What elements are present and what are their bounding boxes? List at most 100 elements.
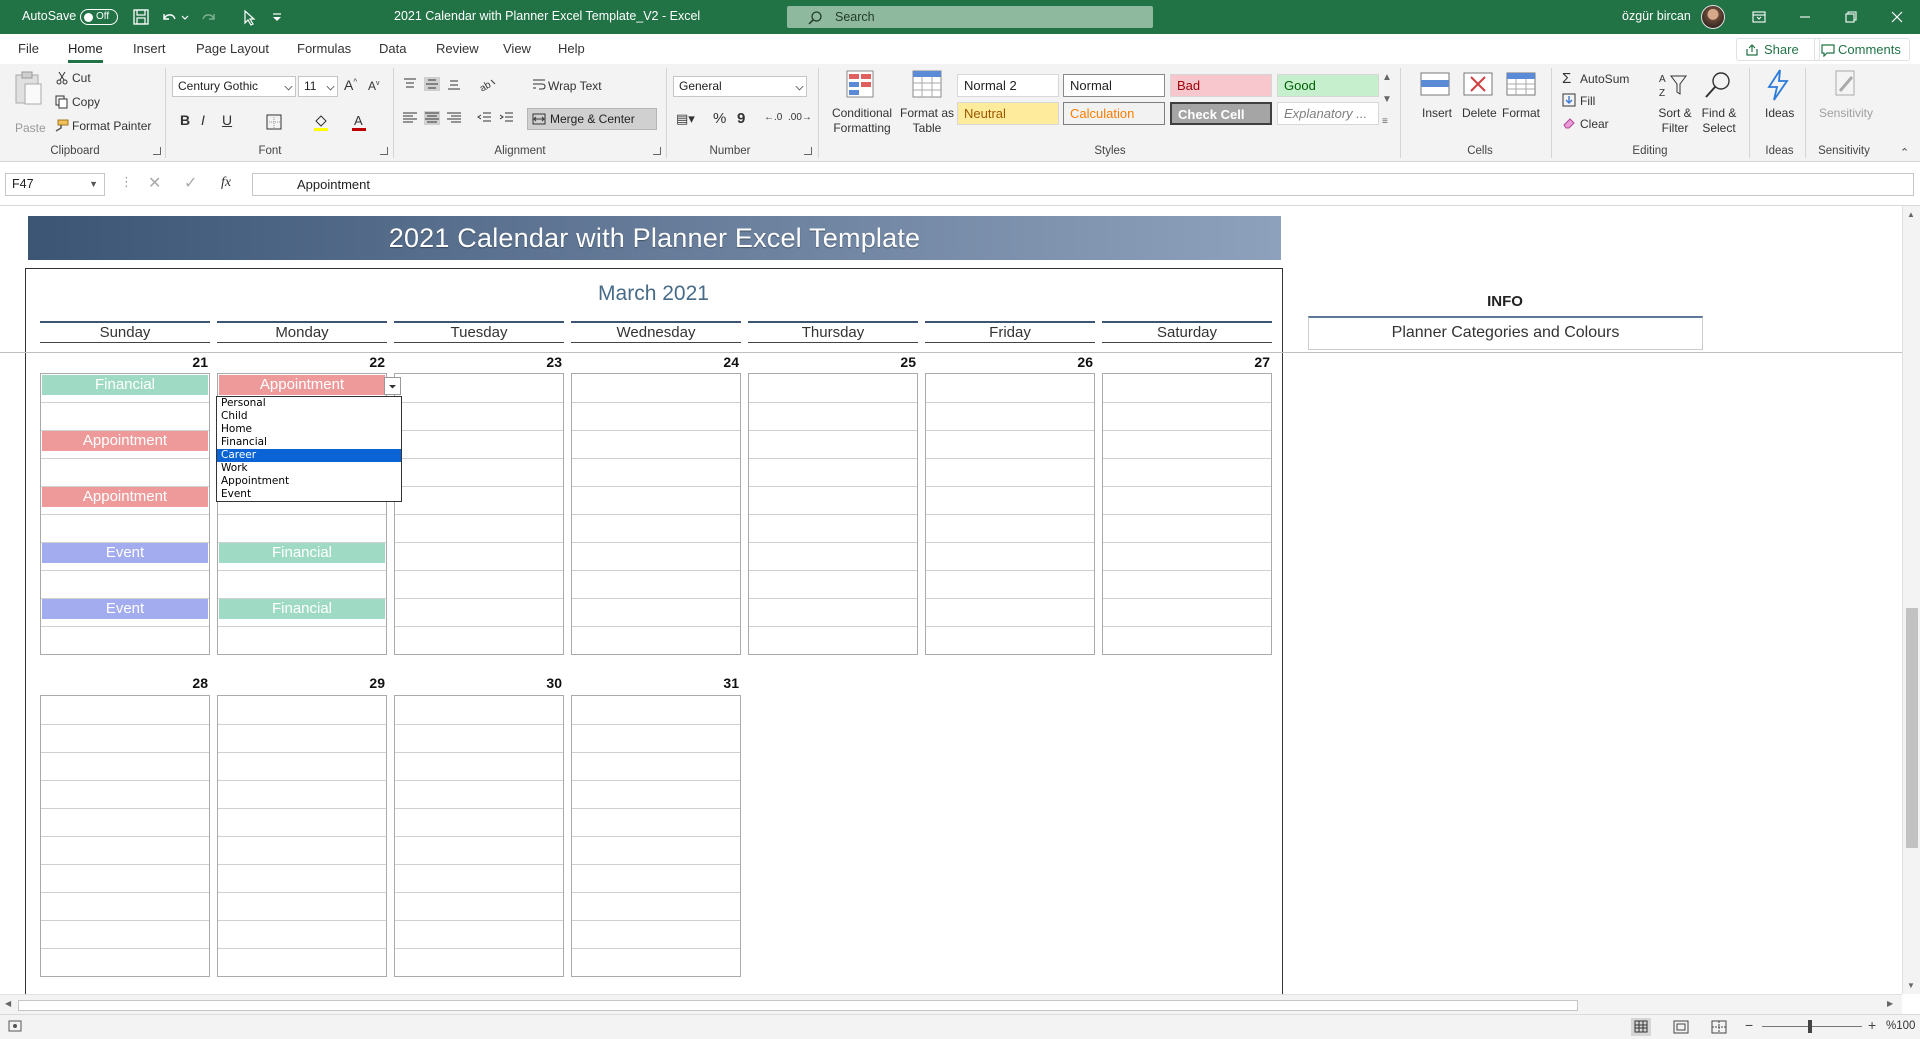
find-select-icon[interactable] bbox=[1703, 70, 1733, 100]
confirm-entry-icon[interactable]: ✓ bbox=[184, 173, 197, 193]
worksheet[interactable]: 2021 Calendar with Planner Excel Templat… bbox=[0, 206, 1902, 994]
cut-icon[interactable] bbox=[55, 71, 69, 85]
avatar[interactable] bbox=[1701, 5, 1725, 29]
zoom-in-icon[interactable]: + bbox=[1868, 1017, 1876, 1033]
decrease-font-icon[interactable]: Av bbox=[368, 79, 380, 93]
paste-button[interactable]: Paste bbox=[15, 121, 46, 135]
horizontal-scroll-thumb[interactable] bbox=[18, 1000, 1578, 1011]
planner-entry[interactable]: Appointment bbox=[42, 431, 208, 451]
planner-entry[interactable]: Financial bbox=[219, 543, 385, 563]
dropdown-option-event[interactable]: Event bbox=[217, 488, 401, 501]
copy-button[interactable]: Copy bbox=[72, 95, 100, 109]
format-cells-icon[interactable] bbox=[1506, 72, 1536, 98]
dropdown-option-appointment[interactable]: Appointment bbox=[217, 475, 401, 488]
planner-entry[interactable]: Financial bbox=[42, 375, 208, 395]
day-cell[interactable] bbox=[925, 373, 1095, 655]
styles-scroll-down-icon[interactable]: ▼ bbox=[1382, 94, 1392, 105]
zoom-level[interactable]: %100 bbox=[1886, 1020, 1915, 1032]
planner-entry[interactable]: Event bbox=[42, 543, 208, 563]
sensitivity-icon[interactable] bbox=[1830, 69, 1860, 101]
undo-dropdown-icon[interactable] bbox=[180, 8, 190, 26]
conditional-formatting-icon[interactable] bbox=[846, 70, 874, 100]
day-cell[interactable] bbox=[394, 695, 564, 977]
day-cell[interactable] bbox=[571, 695, 741, 977]
dropdown-option-financial[interactable]: Financial bbox=[217, 436, 401, 449]
tab-data[interactable]: Data bbox=[379, 41, 406, 56]
align-center-icon[interactable] bbox=[424, 111, 440, 125]
tab-home[interactable]: Home bbox=[68, 41, 103, 63]
collapse-ribbon-icon[interactable]: ⌃ bbox=[1900, 146, 1909, 159]
zoom-slider-thumb[interactable] bbox=[1808, 1020, 1812, 1033]
scroll-right-icon[interactable]: ▶ bbox=[1887, 999, 1893, 1008]
tab-insert[interactable]: Insert bbox=[133, 41, 166, 56]
ribbon-display-options-icon[interactable] bbox=[1750, 8, 1768, 26]
font-launcher-icon[interactable] bbox=[380, 147, 388, 155]
minimize-icon[interactable] bbox=[1796, 8, 1814, 26]
format-as-table-icon[interactable] bbox=[912, 70, 942, 100]
formula-input[interactable]: Appointment bbox=[252, 173, 1914, 196]
customize-toolbar-icon[interactable] bbox=[268, 8, 286, 26]
cell-style-normal-2[interactable]: Normal 2 bbox=[957, 74, 1059, 97]
sensitivity-button[interactable]: Sensitivity bbox=[1819, 106, 1873, 120]
tab-review[interactable]: Review bbox=[436, 41, 479, 56]
tab-view[interactable]: View bbox=[503, 41, 531, 56]
dropdown-option-career[interactable]: Career bbox=[217, 449, 401, 462]
merge-center-button[interactable]: Merge & Center bbox=[527, 108, 657, 130]
font-name-combo[interactable]: Century Gothic bbox=[172, 76, 296, 97]
name-box-dropdown-icon[interactable]: ▼ bbox=[89, 174, 98, 195]
borders-icon[interactable] bbox=[266, 114, 282, 130]
planner-entry[interactable]: Appointment bbox=[42, 487, 208, 507]
decrease-indent-icon[interactable] bbox=[476, 111, 492, 125]
fill-button[interactable]: Fill bbox=[1580, 94, 1595, 108]
font-color-icon[interactable]: A bbox=[350, 113, 368, 131]
align-bottom-icon[interactable] bbox=[446, 77, 462, 91]
orientation-icon[interactable]: ab bbox=[478, 77, 498, 91]
cell-style-calculation[interactable]: Calculation bbox=[1063, 102, 1165, 125]
day-cell[interactable] bbox=[748, 373, 918, 655]
number-format-combo[interactable]: General bbox=[673, 76, 807, 97]
fill-icon[interactable] bbox=[1562, 93, 1576, 107]
clear-icon[interactable] bbox=[1562, 116, 1576, 130]
vertical-scrollbar[interactable]: ▲ ▼ bbox=[1902, 206, 1920, 994]
dropdown-option-child[interactable]: Child bbox=[217, 410, 401, 423]
autosave-toggle[interactable]: Off bbox=[80, 9, 118, 25]
page-layout-view-icon[interactable] bbox=[1672, 1019, 1690, 1035]
page-break-view-icon[interactable] bbox=[1710, 1019, 1728, 1035]
close-icon[interactable] bbox=[1888, 8, 1906, 26]
autosum-button[interactable]: AutoSum bbox=[1580, 72, 1629, 86]
dropdown-option-home[interactable]: Home bbox=[217, 423, 401, 436]
cell-style-neutral[interactable]: Neutral bbox=[957, 102, 1059, 125]
sort-filter-button[interactable]: Sort & Filter bbox=[1655, 106, 1695, 136]
day-cell[interactable] bbox=[40, 695, 210, 977]
fill-color-icon[interactable] bbox=[312, 113, 330, 131]
italic-icon[interactable]: I bbox=[201, 112, 205, 128]
accounting-format-icon[interactable]: ▤▾ bbox=[676, 111, 695, 127]
user-name[interactable]: özgür bircan bbox=[1622, 9, 1691, 23]
wrap-text-button[interactable]: Wrap Text bbox=[548, 79, 602, 93]
day-cell[interactable] bbox=[217, 695, 387, 977]
font-size-combo[interactable]: 11 bbox=[298, 76, 338, 97]
cut-button[interactable]: Cut bbox=[72, 71, 91, 85]
copy-icon[interactable] bbox=[55, 95, 69, 109]
sort-filter-icon[interactable]: AZ bbox=[1658, 70, 1688, 100]
align-top-icon[interactable] bbox=[402, 77, 418, 91]
save-icon[interactable] bbox=[132, 8, 150, 26]
underline-icon[interactable]: U bbox=[222, 112, 232, 128]
wrap-text-icon[interactable] bbox=[532, 77, 546, 91]
dropdown-option-personal[interactable]: Personal bbox=[217, 397, 401, 410]
planner-entry[interactable]: Event bbox=[42, 599, 208, 619]
day-cell[interactable]: Financial Appointment Appointment Event Even… bbox=[40, 373, 210, 655]
format-painter-icon[interactable] bbox=[53, 119, 69, 133]
styles-scroll-up-icon[interactable]: ▲ bbox=[1382, 72, 1392, 83]
scroll-left-icon[interactable]: ◀ bbox=[5, 999, 11, 1008]
find-select-button[interactable]: Find & Select bbox=[1698, 106, 1740, 136]
comma-style-icon[interactable]: 9 bbox=[737, 110, 745, 127]
delete-cells-button[interactable]: Delete bbox=[1462, 106, 1497, 120]
share-button[interactable]: Share bbox=[1736, 38, 1820, 61]
insert-function-icon[interactable]: fx bbox=[221, 175, 231, 191]
align-middle-icon[interactable] bbox=[424, 77, 440, 91]
comments-button[interactable]: Comments bbox=[1814, 38, 1910, 61]
scroll-down-icon[interactable]: ▼ bbox=[1907, 981, 1915, 990]
day-cell[interactable] bbox=[571, 373, 741, 655]
tab-file[interactable]: File bbox=[18, 41, 39, 56]
